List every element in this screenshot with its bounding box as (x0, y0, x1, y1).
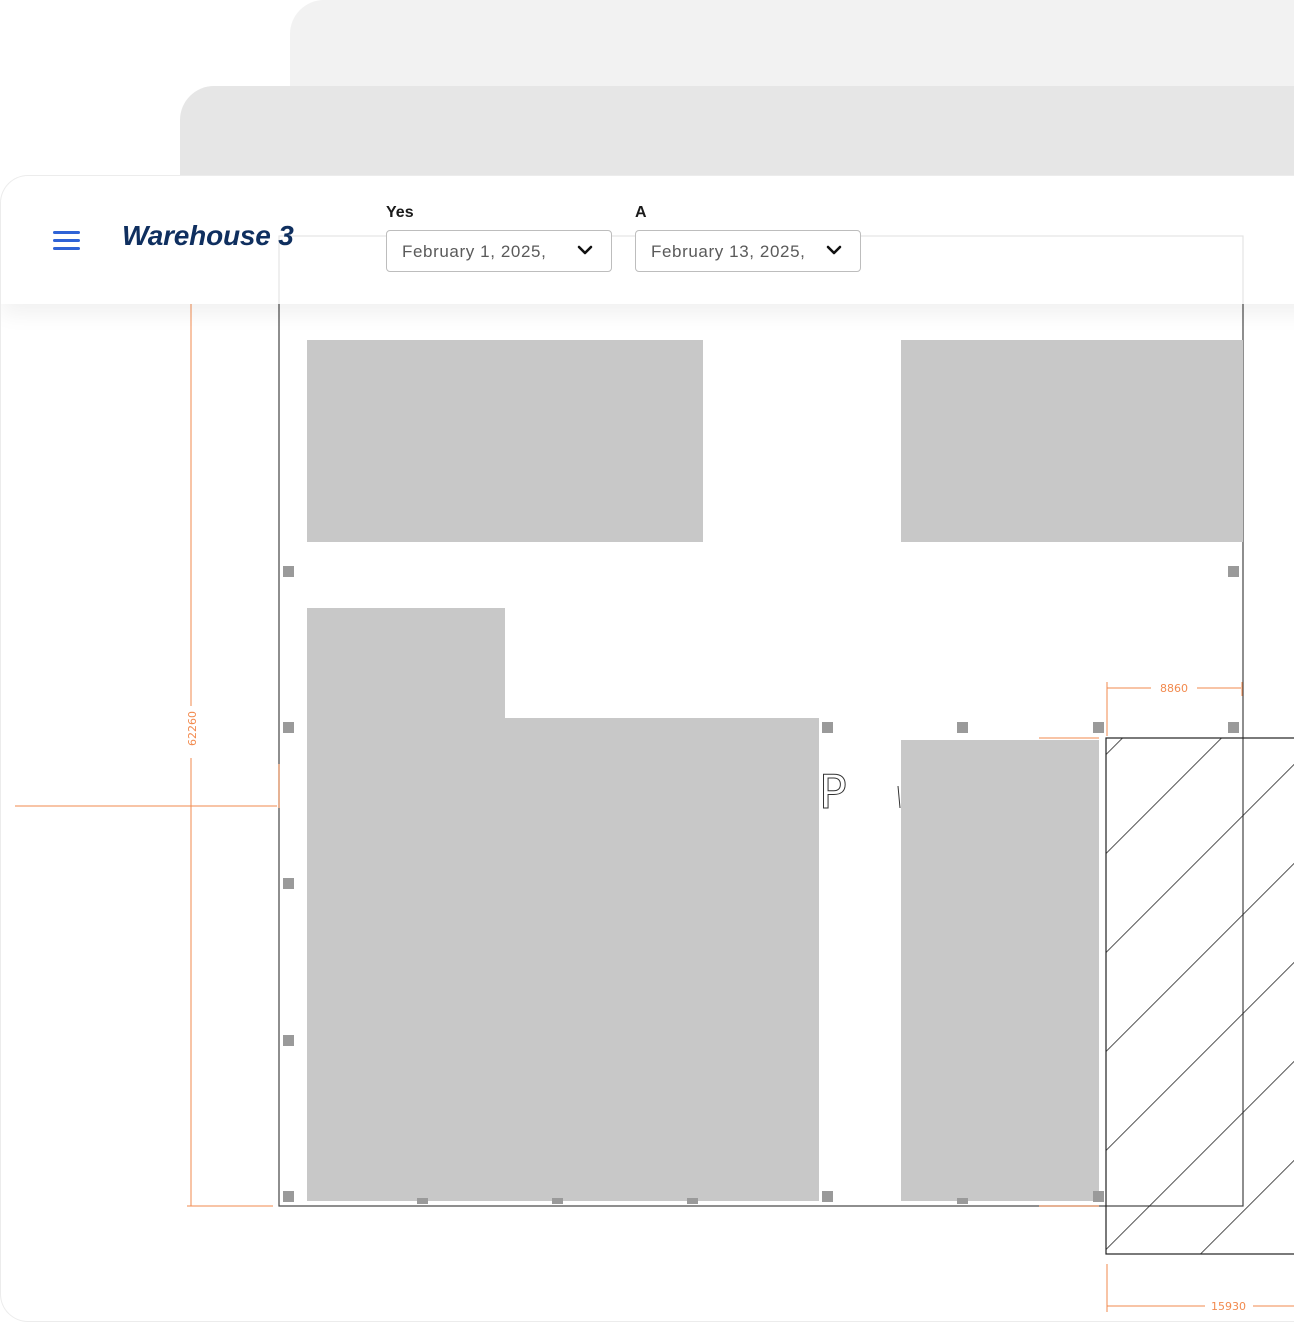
start-date-select[interactable]: February 1, 2025, (386, 230, 612, 272)
start-date-value: February 1, 2025, (402, 242, 547, 261)
chevron-down-icon (826, 245, 842, 255)
end-date-label: A (635, 204, 647, 221)
end-date-value: February 13, 2025, (651, 242, 806, 261)
main-card: P 62260 8860 15930 Warehouse 3 Yes Febru… (0, 175, 1294, 1322)
warehouse-floor-plan[interactable]: P 62260 8860 15930 (1, 176, 1294, 1321)
top-header: Warehouse 3 Yes February 1, 2025, A Febr… (1, 176, 1294, 304)
hamburger-menu-icon[interactable] (51, 228, 83, 254)
hatched-zone[interactable] (1105, 737, 1294, 1255)
dimension-height (15, 304, 280, 1207)
dimension-bottom-right (1106, 1264, 1294, 1312)
storage-zone-top-left[interactable] (307, 340, 703, 542)
page-title: Warehouse 3 (122, 220, 294, 251)
zone-label: P (819, 765, 847, 819)
start-date-label: Yes (386, 204, 414, 221)
dimension-bottom-right-label: 15930 (1211, 1300, 1246, 1313)
end-date-select[interactable]: February 13, 2025, (635, 230, 861, 272)
dimension-height-label: 62260 (186, 711, 199, 746)
storage-zone-top-right[interactable] (901, 340, 1243, 542)
storage-zone-large-left[interactable] (307, 608, 819, 1201)
storage-zone-right[interactable] (901, 740, 1099, 1201)
dimension-top-right-label: 8860 (1160, 682, 1188, 695)
zone-label-fragment (897, 785, 901, 809)
chevron-down-icon (577, 245, 593, 255)
